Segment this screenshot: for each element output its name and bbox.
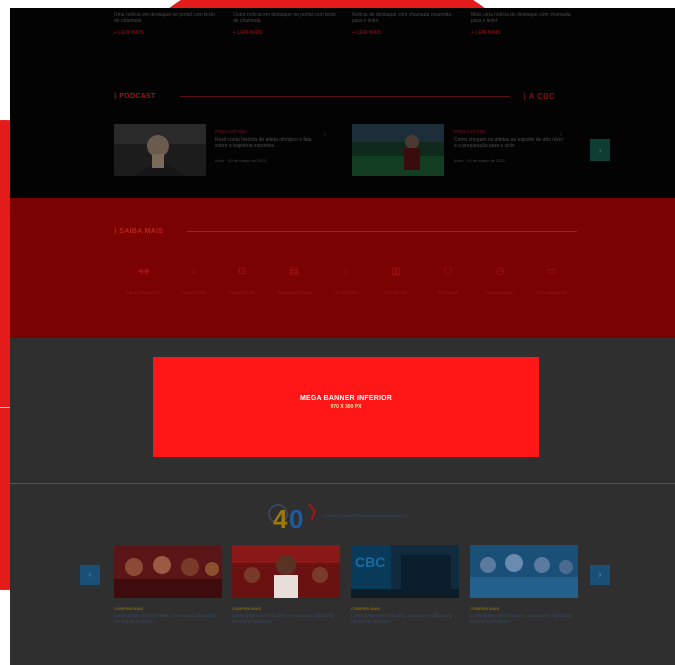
news-card-image[interactable] — [232, 545, 340, 598]
top-news-item[interactable]: Outra notícia em destaque no portal com … — [233, 12, 338, 36]
podcast-item-meta: Autor · 00 de março de 2022 — [215, 158, 266, 163]
chevron-right-icon: › — [560, 132, 562, 138]
news-card[interactable]: CONFIRA MAIS Lorem ipsum dolor sit amet,… — [114, 545, 222, 625]
read-more-link[interactable]: + LEIA MAIS — [114, 30, 219, 36]
carousel-next-button[interactable]: › — [590, 565, 610, 585]
cbc-40-logo[interactable]: 4 0 — [265, 498, 320, 534]
podcast-next-button[interactable]: › — [590, 139, 610, 161]
top-news-item[interactable]: Notícia de destaque com chamada resumida… — [352, 12, 457, 36]
cbc-40-caption: CONHEÇA A HISTÓRIA DA CBC EM 40 ANOS — [323, 513, 407, 518]
podcast-title-text: PODCAST — [119, 93, 156, 100]
cbc-title-text: A CBC — [528, 92, 556, 101]
banner-size: 970 X 300 PX — [330, 404, 362, 410]
chevron-right-icon: › — [324, 132, 326, 138]
news-card-title[interactable]: Lorem ipsum dolor sit amet, consectetur … — [351, 613, 459, 625]
folder-icon: ▭ — [547, 266, 557, 277]
service-documentos[interactable]: ▭ DOCUMENTOS — [520, 264, 584, 295]
top-news-text: Mais uma notícia de destaque com chamada… — [471, 12, 571, 24]
podcast-thumbnail[interactable] — [352, 124, 444, 176]
podcast-item-title[interactable]: Rosil conta história de atleta olímpico … — [215, 137, 325, 155]
podcast-item-meta: Autor · 00 de março de 2022 — [454, 158, 505, 163]
news-card-image[interactable] — [470, 545, 578, 598]
carousel-prev-button[interactable]: ‹ — [80, 565, 100, 585]
services-section-title: ⟩ SAIBA MAIS — [114, 227, 163, 235]
svg-text:CBC: CBC — [355, 554, 385, 570]
page-frame: Uma notícia em destaque no portal com te… — [10, 8, 675, 665]
podcast-category: PODCAST CBC — [215, 129, 248, 134]
news-card-title[interactable]: Lorem ipsum dolor sit amet, consectetur … — [232, 613, 340, 625]
news-card[interactable]: CONFIRA MAIS Lorem ipsum dolor sit amet,… — [232, 545, 340, 625]
podcast-item[interactable]: PODCAST CBC Como chegam os atletas ao es… — [454, 129, 564, 163]
news-card-category: CONFIRA MAIS — [232, 606, 262, 611]
cbc-section-title: ⟩ A CBC — [523, 92, 555, 101]
svg-text:0: 0 — [289, 504, 303, 532]
mega-banner-ad[interactable]: MEGA BANNER INFERIOR 970 X 300 PX — [153, 357, 539, 457]
services-title-rule — [187, 231, 577, 232]
podcast-item-title[interactable]: Como chegam os atletas ao esporte de alt… — [454, 137, 564, 155]
news-card[interactable]: CBC CONFIRA MAIS Lorem ipsum dolor sit a… — [351, 545, 459, 625]
screenshot-stage: Uma notícia em destaque no portal com te… — [0, 0, 675, 665]
news-card-image[interactable]: CBC — [351, 545, 459, 598]
news-card-title[interactable]: Lorem ipsum dolor sit amet, consectetur … — [114, 613, 222, 625]
svg-text:4: 4 — [273, 504, 288, 532]
news-card-title[interactable]: Lorem ipsum dolor sit amet, consectetur … — [470, 613, 578, 625]
news-card-image[interactable] — [114, 545, 222, 598]
news-card-category: CONFIRA MAIS — [114, 606, 144, 611]
podcast-thumbnail[interactable] — [114, 124, 206, 176]
top-news-text: Uma notícia em destaque no portal com te… — [114, 12, 215, 24]
podcast-section-title: ⟩ PODCAST — [114, 92, 156, 100]
banner-title: MEGA BANNER INFERIOR — [299, 395, 393, 402]
news-card-category: CONFIRA MAIS — [470, 606, 500, 611]
top-news-text: Notícia de destaque com chamada resumida… — [352, 12, 452, 24]
read-more-link[interactable]: + LEIA MAIS — [352, 30, 457, 36]
services-title-text: SAIBA MAIS — [119, 228, 164, 235]
top-news-item[interactable]: Mais uma notícia de destaque com chamada… — [471, 12, 576, 36]
read-more-link[interactable]: + LEIA MAIS — [471, 30, 576, 36]
top-news-text: Outra notícia em destaque no portal com … — [233, 12, 336, 24]
news-card[interactable]: CONFIRA MAIS Lorem ipsum dolor sit amet,… — [470, 545, 578, 625]
top-news-item[interactable]: Uma notícia em destaque no portal com te… — [114, 12, 219, 36]
read-more-link[interactable]: + LEIA MAIS — [233, 30, 338, 36]
podcast-item[interactable]: PODCAST CBC Rosil conta história de atle… — [215, 129, 325, 163]
podcast-category: PODCAST CBC — [454, 129, 487, 134]
top-news-section: Uma notícia em destaque no portal com te… — [10, 8, 675, 198]
service-label: DOCUMENTOS — [536, 290, 568, 295]
news-card-category: CONFIRA MAIS — [351, 606, 381, 611]
podcast-title-rule — [180, 96, 510, 97]
section-divider — [10, 483, 675, 484]
